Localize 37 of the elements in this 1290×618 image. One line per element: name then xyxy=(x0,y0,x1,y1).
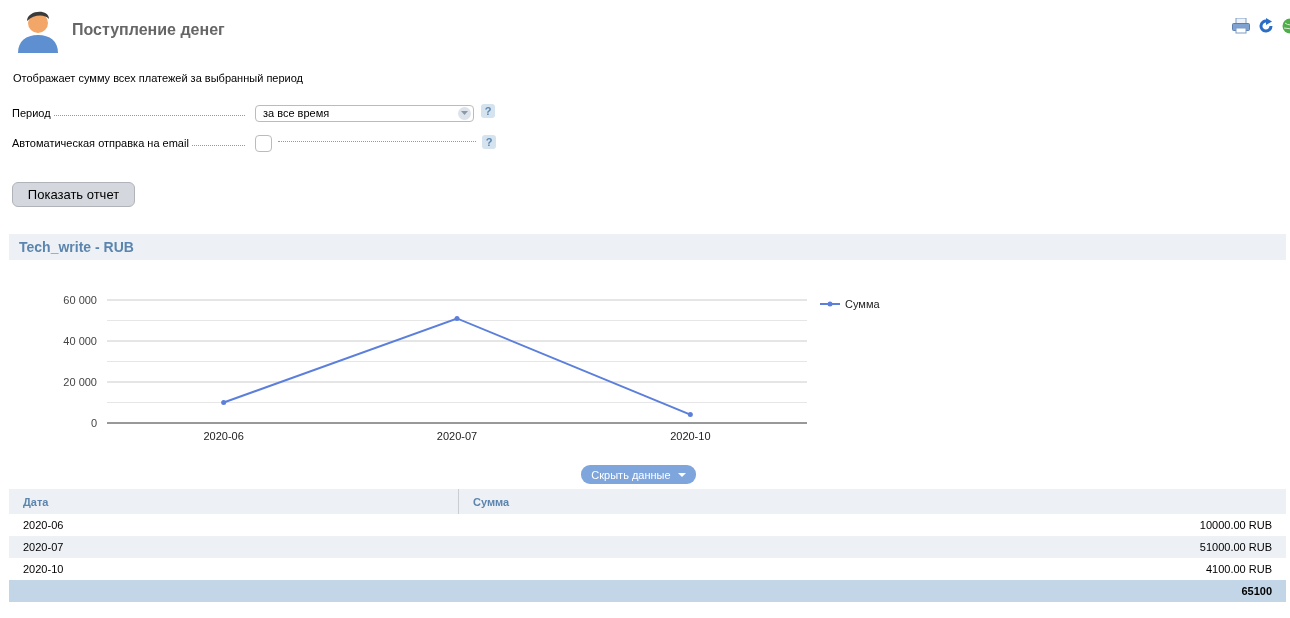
total-cell: 65100 xyxy=(458,580,1286,602)
y-axis-label: 60 000 xyxy=(63,294,97,306)
select-value: за все время xyxy=(263,107,330,119)
column-header[interactable]: Сумма xyxy=(458,489,1286,514)
field-label: Период xyxy=(12,107,51,119)
help-button[interactable]: ? xyxy=(481,103,495,118)
field-label: Автоматическая отправка на email xyxy=(12,137,189,149)
data-point xyxy=(454,315,460,321)
table-cell: 2020-07 xyxy=(9,536,459,558)
caret-icon xyxy=(677,472,686,477)
table-cell: 51000.00 RUB xyxy=(458,536,1286,558)
x-axis-label: 2020-07 xyxy=(436,430,478,442)
column-header[interactable]: Дата xyxy=(9,489,459,514)
table-cell: 4100.00 RUB xyxy=(458,558,1286,580)
hide-data-button[interactable]: Скрыть данные xyxy=(581,465,696,484)
table-cell: 2020-06 xyxy=(9,514,459,536)
x-axis-label: 2020-06 xyxy=(203,430,244,442)
refresh-icon[interactable] xyxy=(1258,18,1274,34)
y-axis-label: 0 xyxy=(90,417,97,429)
data-point xyxy=(687,412,693,418)
period-select[interactable]: за все время xyxy=(255,104,474,122)
description-text: Отображает сумму всех платежей за выбранный период xyxy=(13,72,304,84)
legend-label: Сумма xyxy=(845,298,880,310)
email-checkbox[interactable] xyxy=(255,134,272,152)
table-cell: 2020-10 xyxy=(9,558,459,580)
y-axis-label: 20 000 xyxy=(63,376,97,388)
page-title: Поступление денег xyxy=(72,21,225,39)
section-title: Tech_write - RUB xyxy=(19,239,134,255)
x-axis-label: 2020-10 xyxy=(670,430,711,442)
data-point xyxy=(221,400,227,405)
caret-icon xyxy=(461,111,468,115)
print-icon[interactable] xyxy=(1232,18,1250,34)
table-cell: 10000.00 RUB xyxy=(458,514,1286,536)
legend-line-icon xyxy=(819,301,841,307)
show-report-button[interactable]: Показать отчет xyxy=(12,182,135,207)
help-button[interactable]: ? xyxy=(482,135,496,149)
y-axis-label: 40 000 xyxy=(63,335,97,347)
